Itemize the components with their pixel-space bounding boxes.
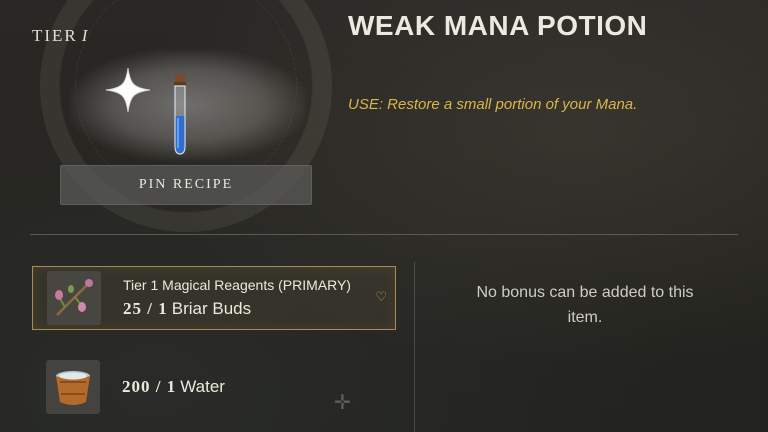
ingredient-slot-primary[interactable]: Tier 1 Magical Reagents (PRIMARY) 25 / 1…	[32, 266, 396, 330]
sparkle-icon	[105, 67, 151, 113]
favorite-heart-icon[interactable]: ♡	[375, 289, 387, 305]
use-description: USE: Restore a small portion of your Man…	[348, 96, 638, 113]
ingredient-name: Briar Buds	[171, 299, 252, 318]
briar-buds-icon	[47, 271, 101, 325]
crosshair-icon: ✛	[334, 392, 351, 414]
tier-label: TIER I	[32, 26, 89, 46]
ingredient-name: Water	[180, 377, 225, 396]
mana-potion-icon	[174, 74, 186, 155]
tier-number: I	[81, 26, 90, 45]
ingredient-quantity: 25 / 1	[123, 299, 168, 318]
pin-recipe-button[interactable]: PIN RECIPE	[60, 165, 312, 205]
ingredient-quantity: 200 / 1	[122, 377, 177, 396]
tier-text: TIER	[32, 26, 78, 45]
column-divider	[414, 262, 415, 432]
water-bucket-icon	[46, 360, 100, 414]
bonus-message: No bonus can be added to this item.	[476, 284, 694, 326]
section-divider	[30, 234, 738, 235]
ingredient-label: Tier 1 Magical Reagents (PRIMARY)	[123, 277, 351, 293]
item-title: WEAK MANA POTION	[348, 10, 648, 41]
